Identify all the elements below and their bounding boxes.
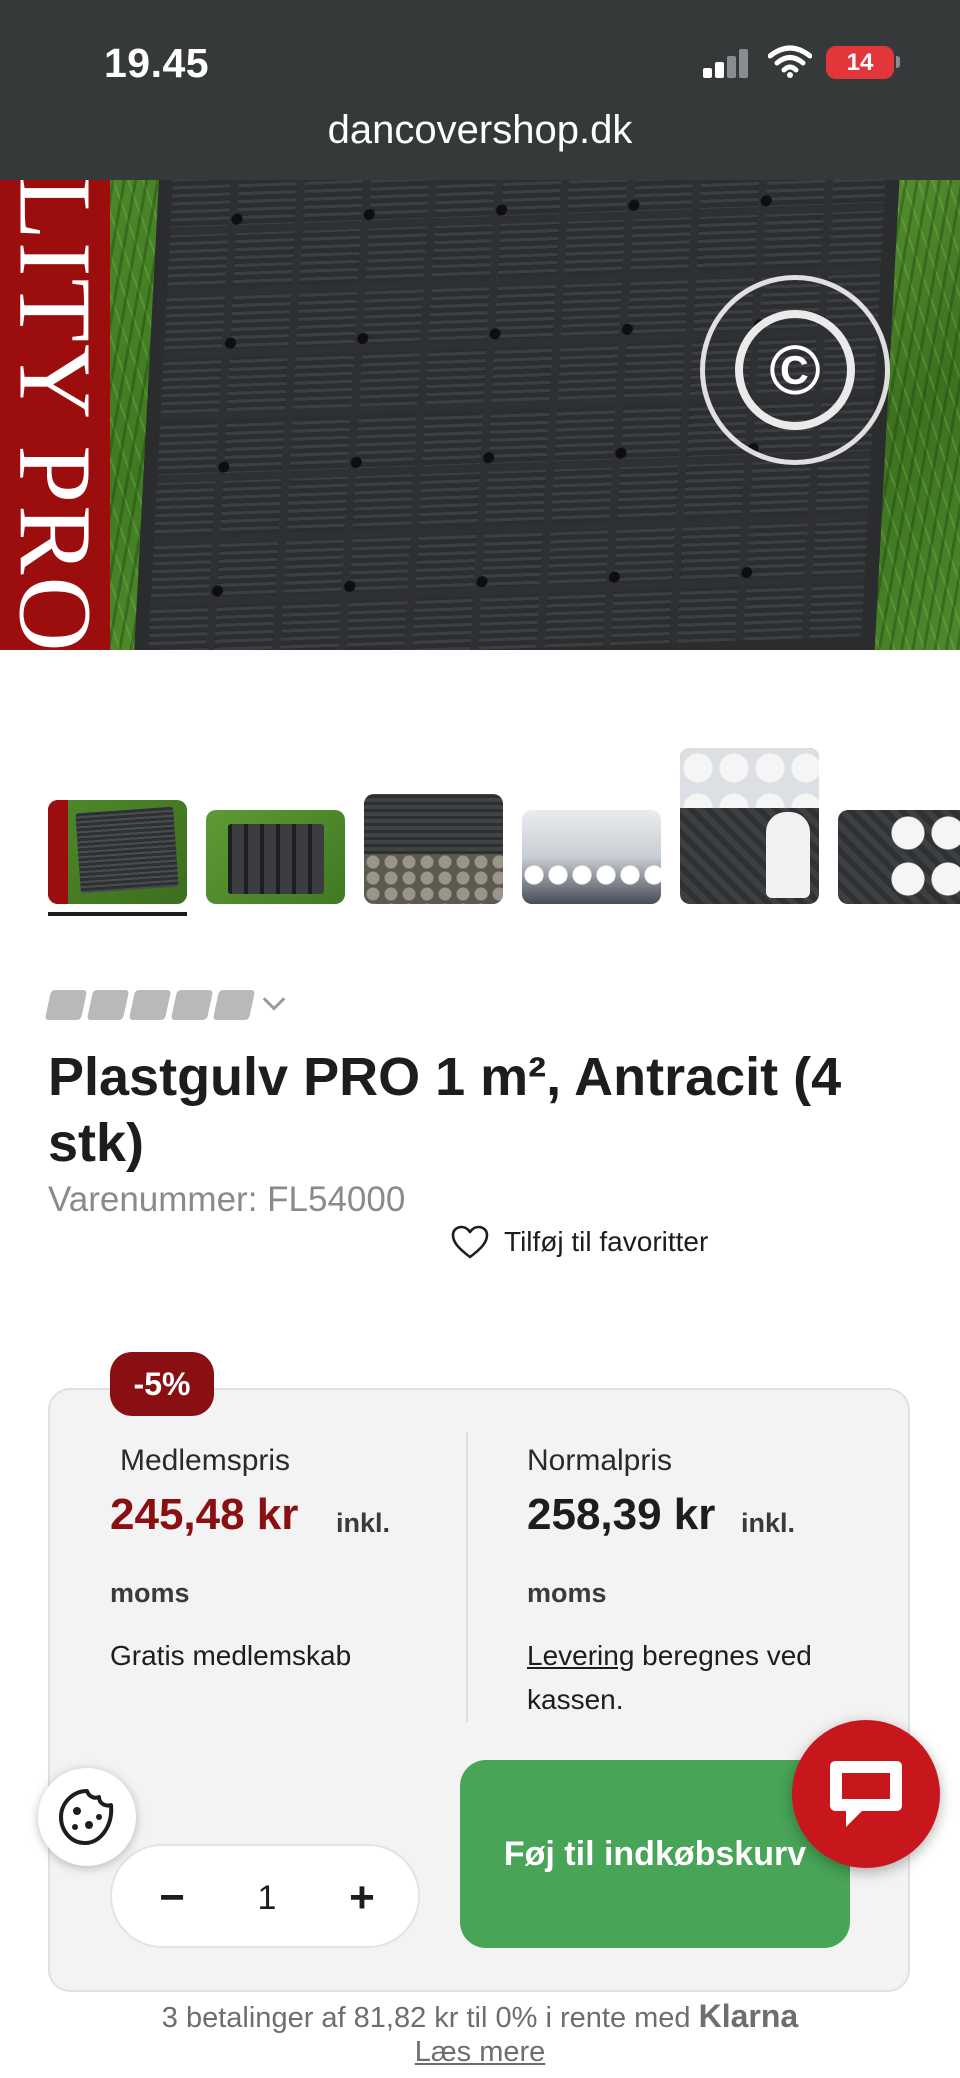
- chat-button[interactable]: [792, 1720, 940, 1868]
- address-bar[interactable]: dancovershop.dk: [0, 108, 960, 153]
- product-main-image[interactable]: © LITY PRO: [0, 180, 960, 650]
- member-price: 245,48 kr: [110, 1490, 299, 1539]
- rating-stars[interactable]: [44, 988, 286, 1022]
- signal-icon: [703, 48, 749, 78]
- heart-icon: [451, 1225, 489, 1259]
- status-time: 19.45: [104, 40, 210, 86]
- dancover-watermark-icon: ©: [700, 275, 890, 465]
- thumbnail-6[interactable]: [838, 810, 960, 904]
- product-sku: Varenummer: FL54000: [48, 1180, 406, 1219]
- quality-pro-text: LITY PRO: [0, 180, 113, 650]
- member-incl: inkl.: [336, 1508, 391, 1538]
- klarna-installments: 3 betalinger af 81,82 kr til 0% i rente …: [0, 1998, 960, 2035]
- product-title: Plastgulv PRO 1 m², Antracit (4 stk): [48, 1047, 842, 1173]
- normal-incl: inkl.: [741, 1508, 796, 1538]
- normal-price-label: Normalpris: [527, 1444, 673, 1477]
- cookie-icon: [59, 1789, 114, 1845]
- star-icon: [212, 990, 256, 1020]
- thumbnail-strip[interactable]: [0, 740, 960, 920]
- star-icon: [128, 990, 172, 1020]
- read-more-link[interactable]: Læs mere: [0, 2036, 960, 2069]
- discount-badge: -5%: [110, 1352, 214, 1416]
- thumbnail-1[interactable]: [48, 800, 187, 904]
- quantity-increase-button[interactable]: +: [332, 1868, 392, 1928]
- member-price-label: Medlemspris: [120, 1444, 291, 1477]
- browser-top-bar: 19.45 14 dancovershop.dk: [0, 0, 960, 180]
- klarna-logo: Klarna: [698, 1998, 799, 2034]
- favorite-label: Tilføj til favoritter: [504, 1226, 709, 1257]
- delivery-link[interactable]: Levering: [527, 1640, 634, 1671]
- thumbnail-4[interactable]: [522, 810, 661, 904]
- membership-note: Gratis medlemskab: [110, 1640, 352, 1671]
- cookie-settings-button[interactable]: [38, 1768, 136, 1866]
- member-moms: moms: [110, 1578, 190, 1608]
- wifi-icon: [768, 45, 812, 78]
- star-icon: [44, 990, 88, 1020]
- delivery-note: Levering beregnes ved kassen.: [527, 1634, 857, 1722]
- star-icon: [170, 990, 214, 1020]
- quantity-value[interactable]: 1: [232, 1868, 302, 1928]
- chevron-down-icon[interactable]: [262, 988, 286, 1011]
- chat-icon: [830, 1761, 902, 1827]
- thumbnail-active-indicator: [48, 912, 187, 916]
- thumbnail-3[interactable]: [364, 794, 503, 904]
- battery-icon: 14: [826, 46, 894, 79]
- thumbnail-5[interactable]: [680, 748, 819, 904]
- quantity-decrease-button[interactable]: −: [142, 1868, 202, 1928]
- quality-pro-band: LITY PRO: [0, 180, 113, 650]
- normal-moms: moms: [527, 1578, 607, 1608]
- quantity-stepper[interactable]: − 1 +: [110, 1844, 420, 1948]
- thumbnail-2[interactable]: [206, 810, 345, 904]
- price-divider: [466, 1432, 468, 1722]
- battery-nub: [896, 56, 900, 68]
- star-icon: [86, 990, 130, 1020]
- normal-price: 258,39 kr: [527, 1490, 716, 1539]
- add-to-favorites-button[interactable]: Tilføj til favoritter: [450, 1222, 708, 1262]
- klarna-text: 3 betalinger af 81,82 kr til 0% i rente …: [161, 2002, 699, 2034]
